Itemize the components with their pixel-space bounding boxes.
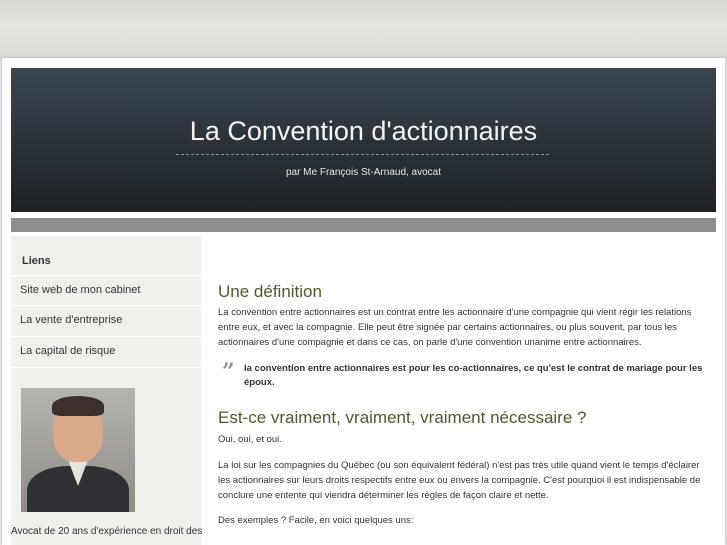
- nav-bar: [11, 218, 716, 232]
- sidebar-link-cabinet[interactable]: Site web de mon cabinet: [11, 275, 201, 305]
- sidebar-link-capital[interactable]: La capital de risque: [11, 336, 201, 366]
- pull-quote: la convention entre actionnaires est pou…: [244, 363, 703, 388]
- section-title-necessary: Est-ce vraiment, vraiment, vraiment néce…: [218, 408, 587, 427]
- author-bio: Avocat de 20 ans d'expérience en droit d…: [11, 526, 203, 537]
- site-title[interactable]: La Convention d'actionnaires: [11, 116, 716, 147]
- section-title-definition: Une définition: [218, 282, 322, 301]
- law-paragraph: La loi sur les compagnies du Québec (ou …: [218, 460, 701, 501]
- answer-paragraph: Oui, oui, et oui.: [218, 434, 282, 445]
- site-header: La Convention d'actionnaires par Me Fran…: [11, 68, 716, 212]
- site-subtitle: par Me François St-Arnaud, avocat: [285, 167, 442, 178]
- examples-paragraph: Des exemples ? Facile, en voici quelques…: [218, 515, 414, 526]
- title-divider: [176, 154, 549, 155]
- page-container: La Convention d'actionnaires par Me Fran…: [2, 58, 725, 545]
- sidebar: Liens Site web de mon cabinet La vente d…: [11, 236, 203, 545]
- definition-paragraph: La convention entre actionnaires est un …: [218, 307, 692, 348]
- quote-icon: ”: [222, 359, 235, 385]
- sidebar-heading: Liens: [22, 255, 51, 267]
- sidebar-divider: [11, 367, 201, 368]
- sidebar-link-vente[interactable]: La vente d'entreprise: [11, 305, 201, 335]
- author-photo: [21, 388, 135, 512]
- page-background: [0, 0, 727, 60]
